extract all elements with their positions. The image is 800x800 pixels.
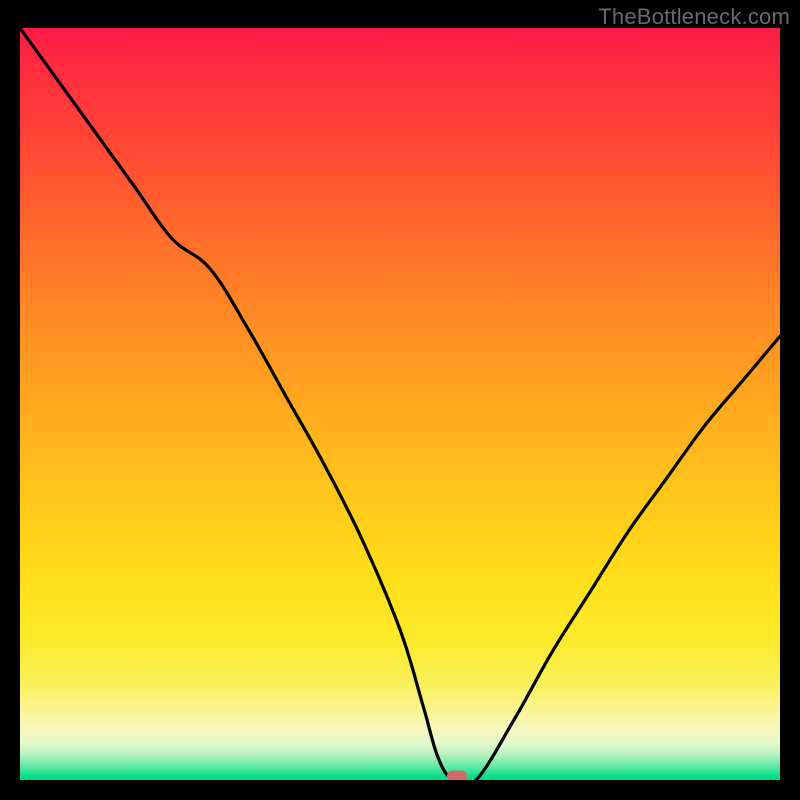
curve-path [20, 28, 780, 780]
chart-frame: TheBottleneck.com [0, 0, 800, 800]
watermark-text: TheBottleneck.com [598, 4, 790, 30]
bottleneck-curve [20, 28, 780, 780]
min-marker [447, 771, 467, 781]
plot-area [20, 28, 780, 780]
